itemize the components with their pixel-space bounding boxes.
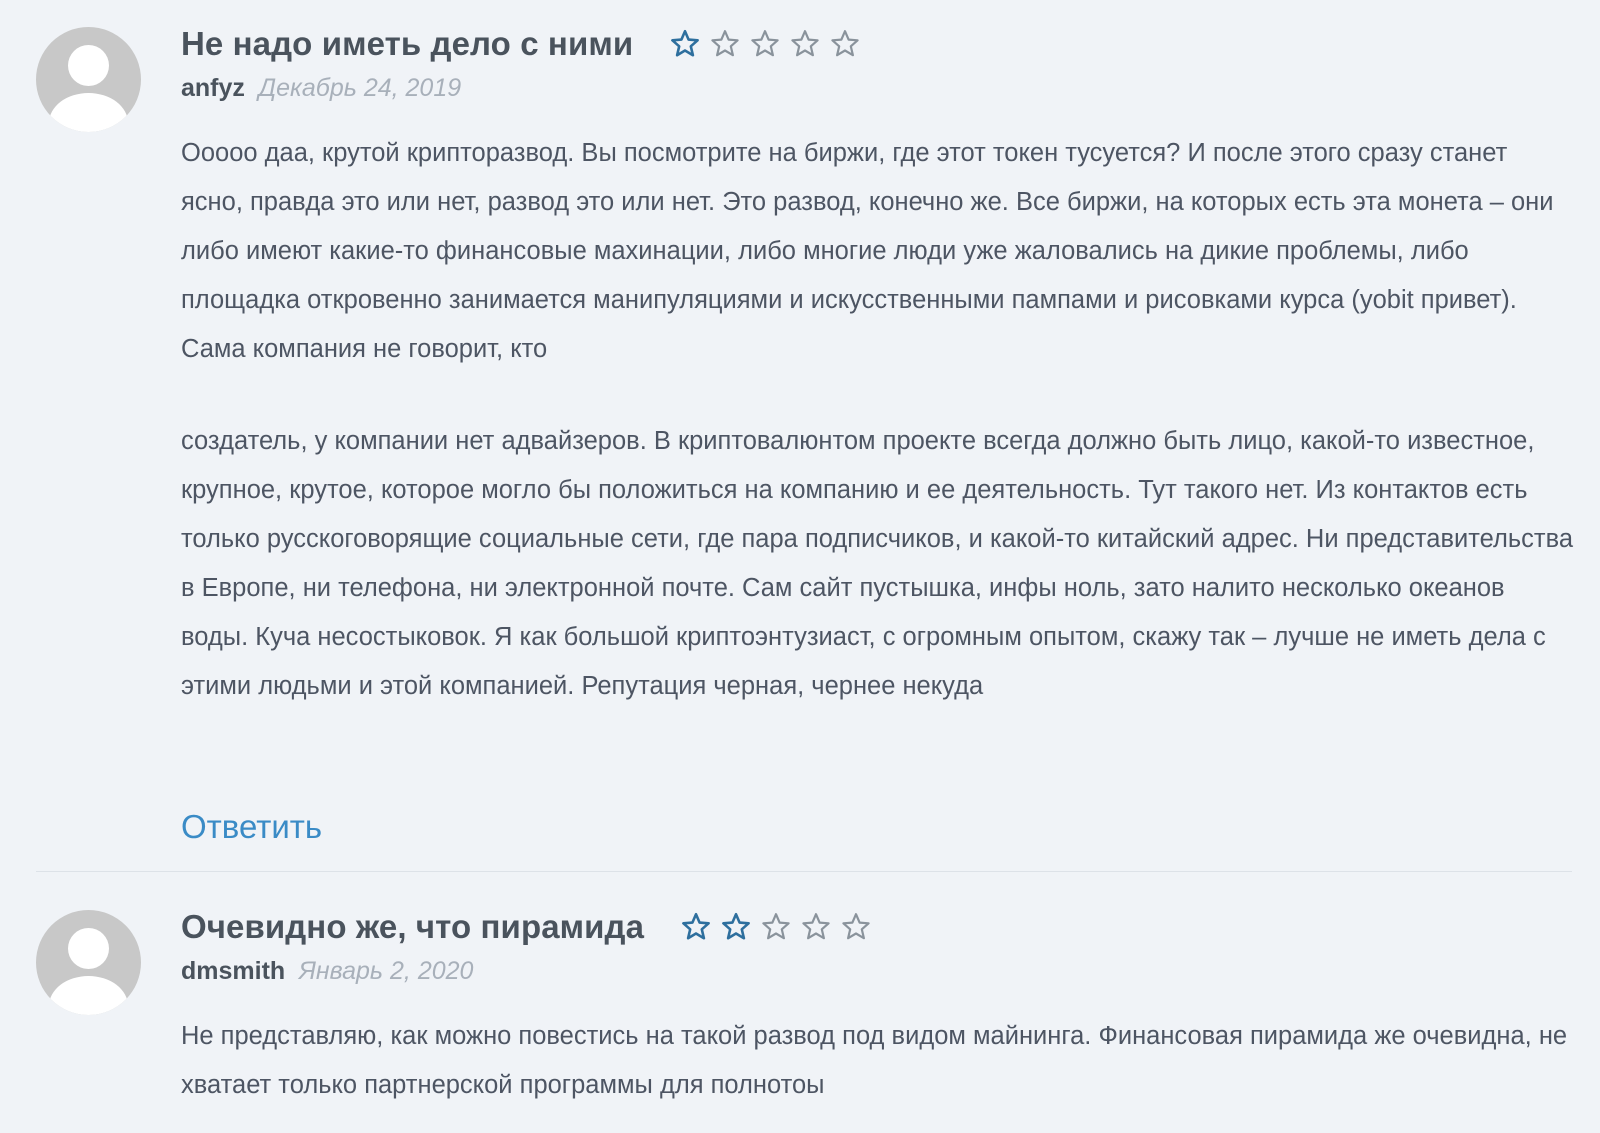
- review-date: Декабрь 24, 2019: [258, 74, 462, 102]
- review-divider: [36, 871, 1572, 872]
- star-icon: [829, 28, 861, 60]
- star-icon: [680, 911, 712, 943]
- review-text-paragraph: Не представляю, как можно повестись на т…: [181, 1022, 1568, 1099]
- review-title: Очевидно же, что пирамида: [181, 908, 645, 945]
- star-icon: [669, 28, 701, 60]
- review-header: Очевидно же, что пирамида: [181, 907, 872, 947]
- review-date: Январь 2, 2020: [298, 957, 474, 985]
- star-icon: [760, 911, 792, 943]
- review-author[interactable]: anfyz: [181, 74, 245, 102]
- review-text-paragraph: Ооооо даа, крутой крипторазвод. Вы посмо…: [181, 139, 1554, 363]
- star-icon: [789, 28, 821, 60]
- review-text-paragraph: создатель, у компании нет адвайзеров. В …: [181, 427, 1574, 700]
- review-meta: dmsmith Январь 2, 2020: [181, 957, 473, 986]
- review-title: Не надо иметь дело с ними: [181, 25, 634, 62]
- star-icon: [800, 911, 832, 943]
- star-icon: [840, 911, 872, 943]
- review-author[interactable]: dmsmith: [181, 957, 285, 985]
- avatar-icon: [36, 910, 141, 1015]
- star-icon: [749, 28, 781, 60]
- reply-link[interactable]: Ответить: [181, 808, 322, 846]
- star-icon: [720, 911, 752, 943]
- review-meta: anfyz Декабрь 24, 2019: [181, 74, 461, 103]
- avatar-icon: [36, 27, 141, 132]
- star-rating: [669, 28, 861, 60]
- review-header: Не надо иметь дело с ними: [181, 24, 861, 64]
- star-rating: [680, 911, 872, 943]
- star-icon: [709, 28, 741, 60]
